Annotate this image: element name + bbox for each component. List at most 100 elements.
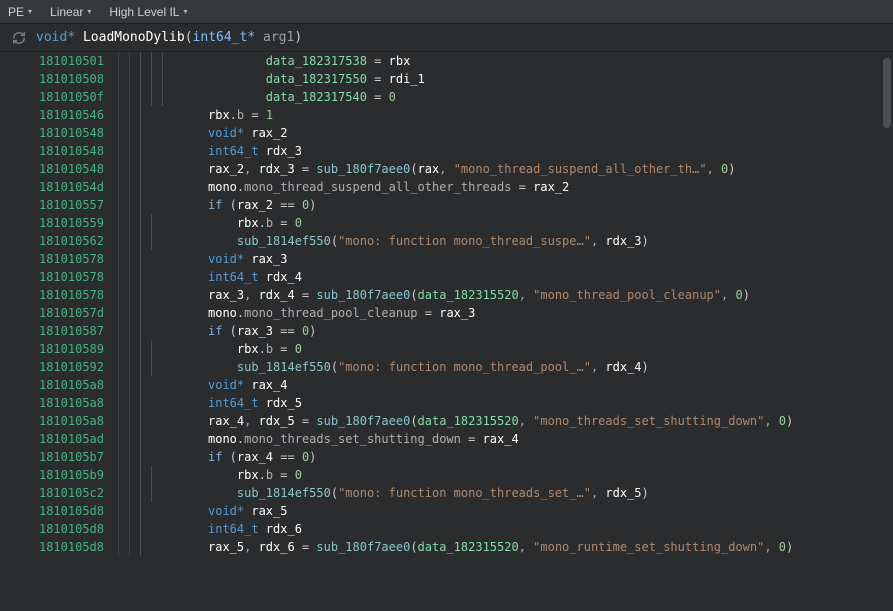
view-toolbar: PE ▾ Linear ▾ High Level IL ▾ (0, 0, 893, 24)
indent-gutter (118, 88, 208, 106)
code-content: mono.mono_thread_pool_cleanup = rax_3 (208, 304, 893, 322)
indent-gutter (118, 160, 208, 178)
indent-gutter (118, 286, 208, 304)
address: 181010557 (0, 196, 118, 214)
address: 181010578 (0, 286, 118, 304)
indent-gutter (118, 520, 208, 538)
address: 1810105b9 (0, 466, 118, 484)
indent-gutter (118, 304, 208, 322)
code-content: rax_5, rdx_6 = sub_180f7aee0(data_182315… (208, 538, 893, 556)
code-content: sub_1814ef550("mono: function mono_threa… (208, 232, 893, 250)
view-dropdown-label: PE (8, 5, 24, 19)
indent-gutter (118, 322, 208, 340)
view-dropdown-label: High Level IL (109, 5, 179, 19)
code-content: int64_t rdx_3 (208, 142, 893, 160)
address: 181010546 (0, 106, 118, 124)
address: 181010578 (0, 268, 118, 286)
code-content: rbx.b = 0 (208, 466, 893, 484)
chevron-down-icon: ▾ (183, 7, 187, 16)
indent-gutter (118, 358, 208, 376)
address: 1810105a8 (0, 412, 118, 430)
signature-name: LoadMonoDylib (83, 30, 185, 45)
code-line[interactable]: 18101054dmono.mono_thread_suspend_all_ot… (0, 178, 893, 196)
code-line[interactable]: 181010501 data_182317538 = rbx (0, 52, 893, 70)
code-content: void* rax_3 (208, 250, 893, 268)
address: 18101057d (0, 304, 118, 322)
address: 181010562 (0, 232, 118, 250)
view-dropdown-hlil[interactable]: High Level IL ▾ (109, 5, 187, 19)
code-content: rax_4, rdx_5 = sub_180f7aee0(data_182315… (208, 412, 893, 430)
address: 1810105c2 (0, 484, 118, 502)
indent-gutter (118, 124, 208, 142)
indent-gutter (118, 196, 208, 214)
code-line[interactable]: 181010578int64_t rdx_4 (0, 268, 893, 286)
signature-return-type: void* (36, 30, 75, 45)
code-line[interactable]: 18101050f data_182317540 = 0 (0, 88, 893, 106)
code-line[interactable]: 181010589 rbx.b = 0 (0, 340, 893, 358)
code-line[interactable]: 181010508 data_182317550 = rdi_1 (0, 70, 893, 88)
code-line[interactable]: 181010587 if (rax_3 == 0) (0, 322, 893, 340)
address: 1810105d8 (0, 502, 118, 520)
address: 181010559 (0, 214, 118, 232)
code-line[interactable]: 181010548rax_2, rdx_3 = sub_180f7aee0(ra… (0, 160, 893, 178)
code-line[interactable]: 181010546rbx.b = 1 (0, 106, 893, 124)
address: 1810105a8 (0, 376, 118, 394)
code-content: void* rax_4 (208, 376, 893, 394)
scrollbar-vertical[interactable] (881, 52, 893, 611)
view-dropdown-linear[interactable]: Linear ▾ (50, 5, 91, 19)
code-line[interactable]: 1810105a8 rax_4, rdx_5 = sub_180f7aee0(da… (0, 412, 893, 430)
address: 1810105ad (0, 430, 118, 448)
refresh-icon[interactable] (12, 31, 26, 45)
code-line[interactable]: 1810105c2 sub_1814ef550("mono: function … (0, 484, 893, 502)
code-line[interactable]: 181010557if (rax_2 == 0) (0, 196, 893, 214)
code-line[interactable]: 1810105b9 rbx.b = 0 (0, 466, 893, 484)
indent-gutter (118, 448, 208, 466)
code-content: data_182317538 = rbx (208, 52, 893, 70)
function-signature[interactable]: void* LoadMonoDylib(int64_t* arg1) (36, 30, 302, 45)
code-line[interactable]: 181010578void* rax_3 (0, 250, 893, 268)
code-view[interactable]: 181010501 data_182317538 = rbx181010508 … (0, 52, 893, 611)
function-signature-bar: void* LoadMonoDylib(int64_t* arg1) (0, 24, 893, 52)
indent-gutter (118, 430, 208, 448)
code-content: void* rax_5 (208, 502, 893, 520)
code-line[interactable]: 1810105b7if (rax_4 == 0) (0, 448, 893, 466)
code-line[interactable]: 181010562 sub_1814ef550("mono: function … (0, 232, 893, 250)
code-line[interactable]: 181010548void* rax_2 (0, 124, 893, 142)
scrollbar-thumb[interactable] (883, 58, 891, 128)
code-line[interactable]: 181010559 rbx.b = 0 (0, 214, 893, 232)
code-content: rax_2, rdx_3 = sub_180f7aee0(rax, "mono_… (208, 160, 893, 178)
indent-gutter (118, 70, 208, 88)
code-line[interactable]: 18101057d mono.mono_thread_pool_cleanup =… (0, 304, 893, 322)
code-content: if (rax_3 == 0) (208, 322, 893, 340)
code-line[interactable]: 181010578rax_3, rdx_4 = sub_180f7aee0(da… (0, 286, 893, 304)
address: 18101050f (0, 88, 118, 106)
indent-gutter (118, 376, 208, 394)
indent-gutter (118, 484, 208, 502)
code-line[interactable]: 181010548int64_t rdx_3 (0, 142, 893, 160)
indent-gutter (118, 214, 208, 232)
address: 1810105a8 (0, 394, 118, 412)
address: 181010548 (0, 124, 118, 142)
address: 1810105d8 (0, 538, 118, 556)
code-line[interactable]: 1810105d8 rax_5, rdx_6 = sub_180f7aee0(da… (0, 538, 893, 556)
address: 181010587 (0, 322, 118, 340)
code-line[interactable]: 1810105admono.mono_threads_set_shutting_… (0, 430, 893, 448)
address: 18101054d (0, 178, 118, 196)
code-line[interactable]: 181010592 sub_1814ef550("mono: function … (0, 358, 893, 376)
code-content: rbx.b = 0 (208, 340, 893, 358)
code-line[interactable]: 1810105a8int64_t rdx_5 (0, 394, 893, 412)
code-line[interactable]: 1810105a8 void* rax_4 (0, 376, 893, 394)
indent-gutter (118, 340, 208, 358)
code-line[interactable]: 1810105d8int64_t rdx_6 (0, 520, 893, 538)
indent-gutter (118, 106, 208, 124)
indent-gutter (118, 142, 208, 160)
indent-gutter (118, 394, 208, 412)
indent-gutter (118, 52, 208, 70)
view-dropdown-pe[interactable]: PE ▾ (8, 5, 32, 19)
signature-param-name: arg1 (263, 30, 294, 45)
indent-gutter (118, 412, 208, 430)
code-line[interactable]: 1810105d8 void* rax_5 (0, 502, 893, 520)
indent-gutter (118, 268, 208, 286)
address: 181010501 (0, 52, 118, 70)
indent-gutter (118, 250, 208, 268)
